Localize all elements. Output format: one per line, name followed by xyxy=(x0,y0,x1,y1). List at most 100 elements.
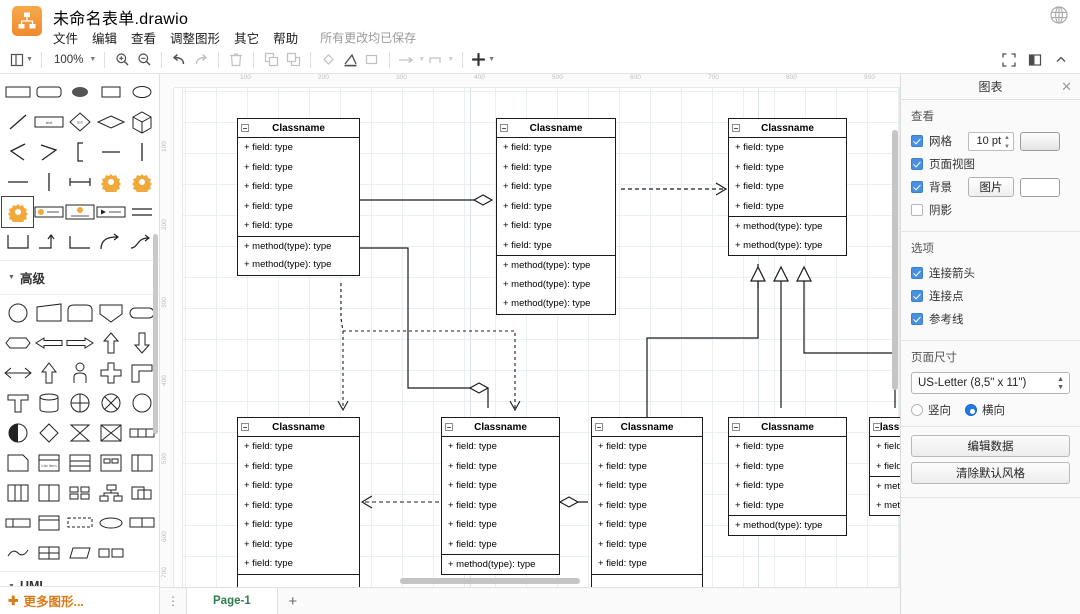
shape-palette[interactable]: text text ▼ 高级 List Item ✚ 更多图形... xyxy=(0,74,160,614)
connection-arrows-row[interactable]: 连接箭头 xyxy=(911,263,1070,283)
fullscreen-icon[interactable] xyxy=(998,49,1020,71)
shape-gear-card-icon[interactable] xyxy=(64,197,95,227)
uml-class-box[interactable]: Classname + field: type + field: type + … xyxy=(441,417,560,575)
uml-class-title[interactable]: Classname xyxy=(729,418,846,437)
uml-field-row[interactable]: + field: type xyxy=(497,236,615,256)
shape-hexagon-flat-icon[interactable] xyxy=(2,328,33,358)
collapse-minus-icon[interactable] xyxy=(445,423,453,431)
uml-field-row[interactable]: + field: type xyxy=(592,554,702,574)
background-color-swatch[interactable] xyxy=(1020,177,1060,197)
shape-cube-icon[interactable] xyxy=(126,107,157,137)
shape-half-circle-icon[interactable] xyxy=(2,418,33,448)
uml-method-row[interactable]: + method(type): type xyxy=(729,515,846,535)
uml-class-title[interactable]: Classname xyxy=(238,418,359,437)
collapse-minus-icon[interactable] xyxy=(595,423,603,431)
shape-wave-icon[interactable] xyxy=(2,538,33,568)
uml-field-row[interactable]: + field: type xyxy=(497,216,615,236)
uml-field-row[interactable]: + field: type xyxy=(592,437,702,457)
uml-field-row[interactable]: + field: type xyxy=(238,476,359,496)
shape-hline-icon[interactable] xyxy=(95,137,126,167)
fill-color-icon[interactable] xyxy=(317,49,339,71)
shape-dashed-box-icon[interactable] xyxy=(64,508,95,538)
paper-size-select[interactable]: US-Letter (8,5" x 11") ▲ ▼ xyxy=(911,372,1070,394)
collapse-minus-icon[interactable] xyxy=(732,124,740,132)
shape-circle-x-icon[interactable] xyxy=(95,388,126,418)
palette-scrollbar[interactable] xyxy=(153,234,158,434)
chevron-down-icon[interactable]: ▼ xyxy=(418,56,425,63)
uml-field-row[interactable]: + field: type xyxy=(729,158,846,178)
shape-swimlane-icon[interactable] xyxy=(126,448,157,478)
shape-oval-icon[interactable] xyxy=(95,508,126,538)
shape-table-icon[interactable] xyxy=(64,448,95,478)
shape-ellipse-filled-icon[interactable] xyxy=(64,77,95,107)
shape-rect-x-icon[interactable] xyxy=(95,418,126,448)
collapse-minus-icon[interactable] xyxy=(241,124,249,132)
uml-field-row[interactable]: + field: type xyxy=(442,476,559,496)
uml-field-row[interactable]: + field: type xyxy=(238,496,359,516)
uml-method-row[interactable]: + method(type): type xyxy=(442,554,559,574)
uml-field-row[interactable]: + field: type xyxy=(238,554,359,574)
uml-class-box[interactable]: Classname + field: type + field: type + … xyxy=(237,118,360,276)
chevron-down-icon[interactable]: ▼ xyxy=(26,56,33,63)
uml-method-row[interactable] xyxy=(592,573,702,588)
menu-edit[interactable]: 编辑 xyxy=(92,28,117,47)
grid-size-input[interactable]: 10 pt ▲ ▼ xyxy=(968,131,1014,151)
uml-field-row[interactable]: + field: type xyxy=(870,457,900,477)
shadow-row[interactable]: 阴影 xyxy=(911,200,1070,220)
chevron-down-icon[interactable]: ▼ xyxy=(447,56,454,63)
zoom-level-button[interactable]: 100% ▼ xyxy=(48,49,98,71)
redo-icon[interactable] xyxy=(190,49,212,71)
canvas-viewport[interactable]: Classname + field: type + field: type + … xyxy=(174,88,900,587)
collapse-minus-icon[interactable] xyxy=(732,423,740,431)
palette-section-advanced[interactable]: ▼ 高级 xyxy=(0,260,159,295)
globe-language-icon[interactable] xyxy=(1048,4,1070,26)
send-to-back-icon[interactable] xyxy=(282,49,304,71)
uml-field-row[interactable]: + field: type xyxy=(442,496,559,516)
uml-field-row[interactable]: + field: type xyxy=(442,437,559,457)
uml-class-box[interactable]: Classname + field: type + field: type + … xyxy=(869,417,900,516)
uml-field-row[interactable]: + field: type xyxy=(592,457,702,477)
shape-actor-icon[interactable] xyxy=(64,358,95,388)
grid-checkbox[interactable] xyxy=(911,135,923,147)
uml-field-row[interactable]: + field: type xyxy=(497,197,615,217)
orientation-landscape[interactable]: 横向 xyxy=(965,402,1005,418)
shape-zigzag-right-icon[interactable] xyxy=(33,137,64,167)
format-panel-icon[interactable] xyxy=(1024,49,1046,71)
menu-extras[interactable]: 其它 xyxy=(234,28,259,47)
shape-line-endpoints-icon[interactable] xyxy=(64,167,95,197)
waypoint-icon[interactable]: ▼ xyxy=(427,49,456,71)
shadow-icon[interactable] xyxy=(361,49,383,71)
shape-play-label-icon[interactable] xyxy=(95,197,126,227)
zoom-out-icon[interactable] xyxy=(133,49,155,71)
shape-corner-icon[interactable] xyxy=(64,227,95,257)
close-icon[interactable]: ✕ xyxy=(1061,74,1072,100)
orientation-portrait[interactable]: 竖向 xyxy=(911,402,951,418)
bring-to-front-icon[interactable] xyxy=(260,49,282,71)
shape-rhombus-icon[interactable] xyxy=(95,107,126,137)
line-color-icon[interactable] xyxy=(339,49,361,71)
background-checkbox[interactable] xyxy=(911,181,923,193)
clear-default-style-button[interactable]: 清除默认风格 xyxy=(911,462,1070,484)
shape-arrow-right-icon[interactable] xyxy=(64,328,95,358)
shape-cross-icon[interactable] xyxy=(95,358,126,388)
uml-field-row[interactable]: + field: type xyxy=(729,177,846,197)
uml-method-row[interactable]: + method(type): type xyxy=(238,235,359,256)
uml-method-row[interactable]: + method(type): type xyxy=(497,275,615,295)
palette-group-general[interactable]: text text xyxy=(0,74,159,260)
orientation-group[interactable]: 竖向 横向 xyxy=(911,402,1070,418)
uml-field-row[interactable]: + field: type xyxy=(497,158,615,178)
uml-class-box[interactable]: Classname + field: type + field: type + … xyxy=(591,417,703,587)
shape-diamond-icon[interactable] xyxy=(33,418,64,448)
uml-field-row[interactable]: + field: type xyxy=(238,138,359,158)
shape-bracket-icon[interactable] xyxy=(64,137,95,167)
shape-arrow-left-icon[interactable] xyxy=(33,328,64,358)
shape-grid-icon[interactable] xyxy=(64,478,95,508)
shape-hline2-icon[interactable] xyxy=(2,167,33,197)
shape-circle-icon[interactable] xyxy=(126,77,157,107)
uml-field-row[interactable]: + field: type xyxy=(870,437,900,457)
shape-tag-icon[interactable] xyxy=(2,508,33,538)
uml-method-row[interactable]: + method(type): type xyxy=(238,255,359,275)
uml-class-box[interactable]: Classname + field: type + field: type + … xyxy=(728,417,847,536)
page-view-checkbox[interactable] xyxy=(911,158,923,170)
uml-field-row[interactable]: + field: type xyxy=(729,457,846,477)
